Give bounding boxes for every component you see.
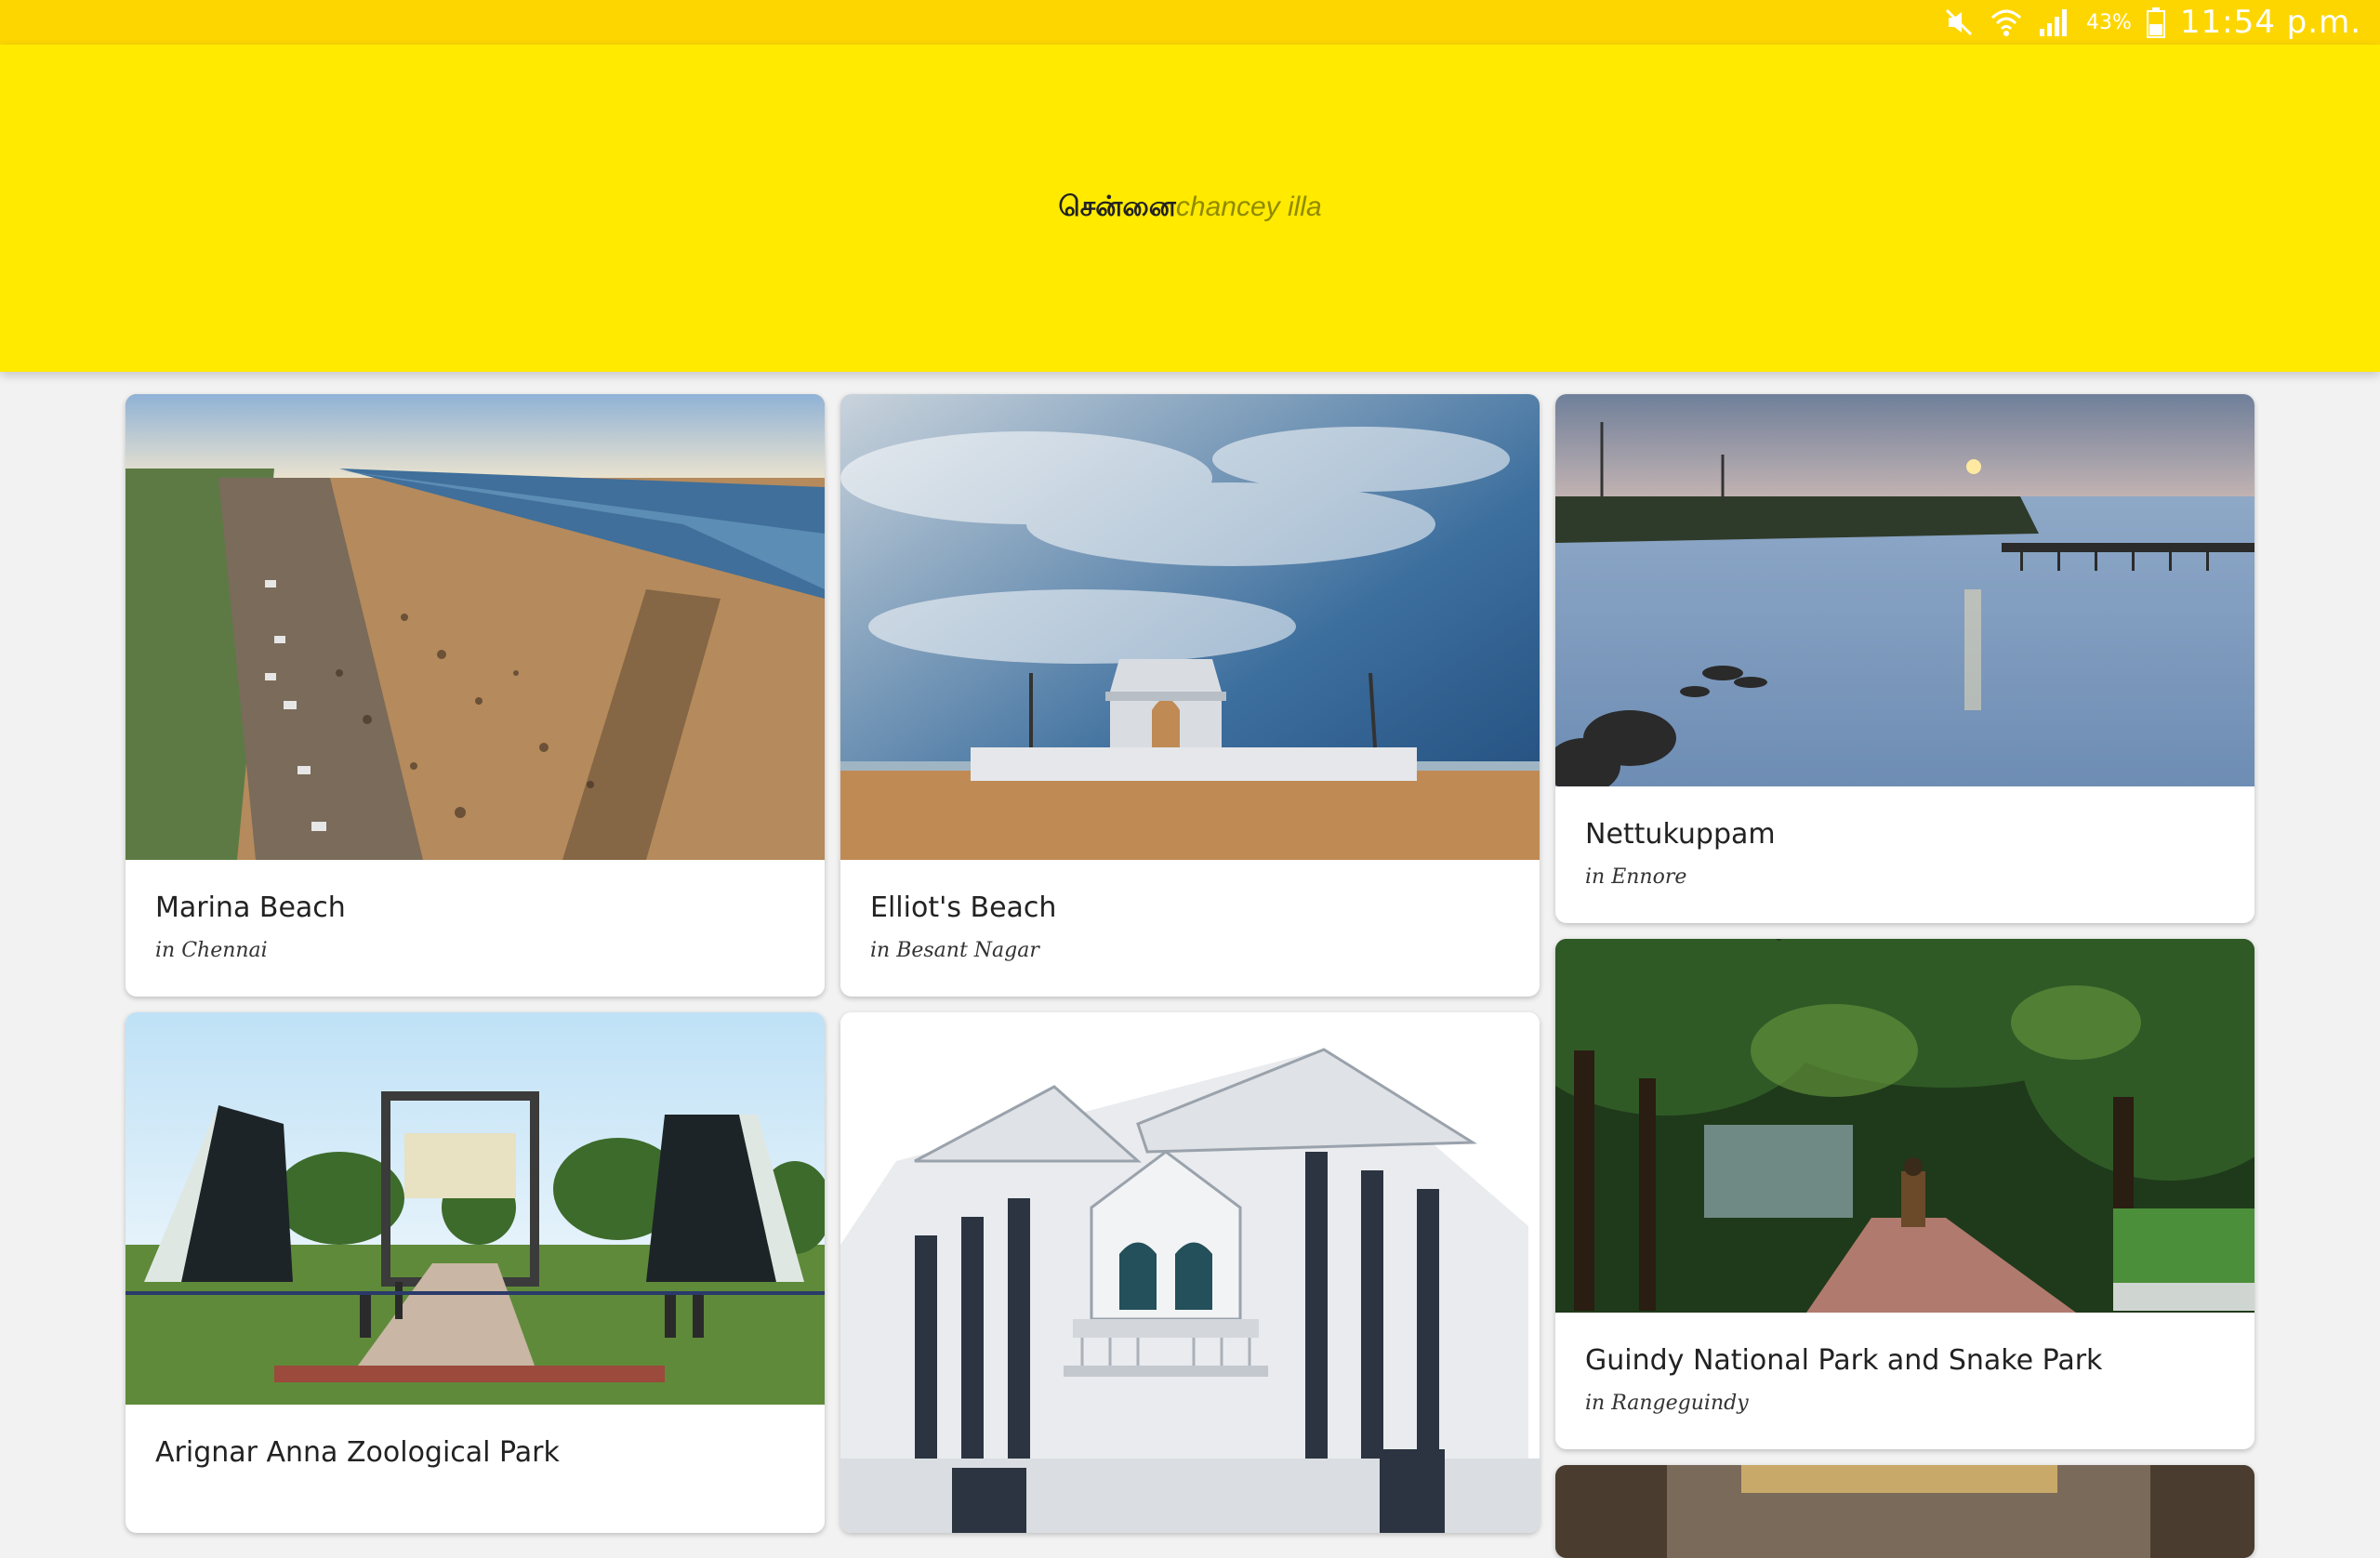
- app-title: சென்னைchancey illa: [0, 189, 2380, 226]
- place-image: [840, 1012, 1540, 1533]
- place-location: in Chennai: [155, 939, 268, 962]
- place-card-next[interactable]: [1555, 1465, 2254, 1558]
- place-location: in Besant Nagar: [870, 939, 1039, 962]
- place-card-nettukuppam[interactable]: Nettukuppam in Ennore: [1555, 394, 2254, 923]
- place-image: [126, 394, 825, 860]
- place-image: [1555, 1465, 2254, 1558]
- place-card-arignar-anna-zoological-park[interactable]: Arignar Anna Zoological Park: [126, 1012, 825, 1533]
- place-image: [1555, 939, 2254, 1313]
- title-subtitle: chancey illa: [1175, 191, 1322, 222]
- place-image: [1555, 394, 2254, 786]
- title-tamil: சென்னை: [1058, 191, 1176, 223]
- app-header: சென்னைchancey illa: [0, 45, 2380, 372]
- place-card-guindy-national-park[interactable]: Guindy National Park and Snake Park in R…: [1555, 939, 2254, 1449]
- place-location: in Ennore: [1585, 865, 1687, 889]
- place-card-marina-beach[interactable]: Marina Beach in Chennai: [126, 394, 825, 997]
- place-name: Arignar Anna Zoological Park: [155, 1436, 560, 1469]
- place-card-elliots-beach[interactable]: Elliot's Beach in Besant Nagar: [840, 394, 1540, 997]
- place-image: [840, 394, 1540, 860]
- place-image: [126, 1012, 825, 1405]
- place-card-heritage-building[interactable]: [840, 1012, 1540, 1533]
- place-location: in Rangeguindy: [1585, 1392, 1749, 1415]
- place-name: Elliot's Beach: [870, 891, 1057, 924]
- place-name: Nettukuppam: [1585, 818, 1776, 851]
- place-name: Guindy National Park and Snake Park: [1585, 1344, 2103, 1377]
- place-name: Marina Beach: [155, 891, 346, 924]
